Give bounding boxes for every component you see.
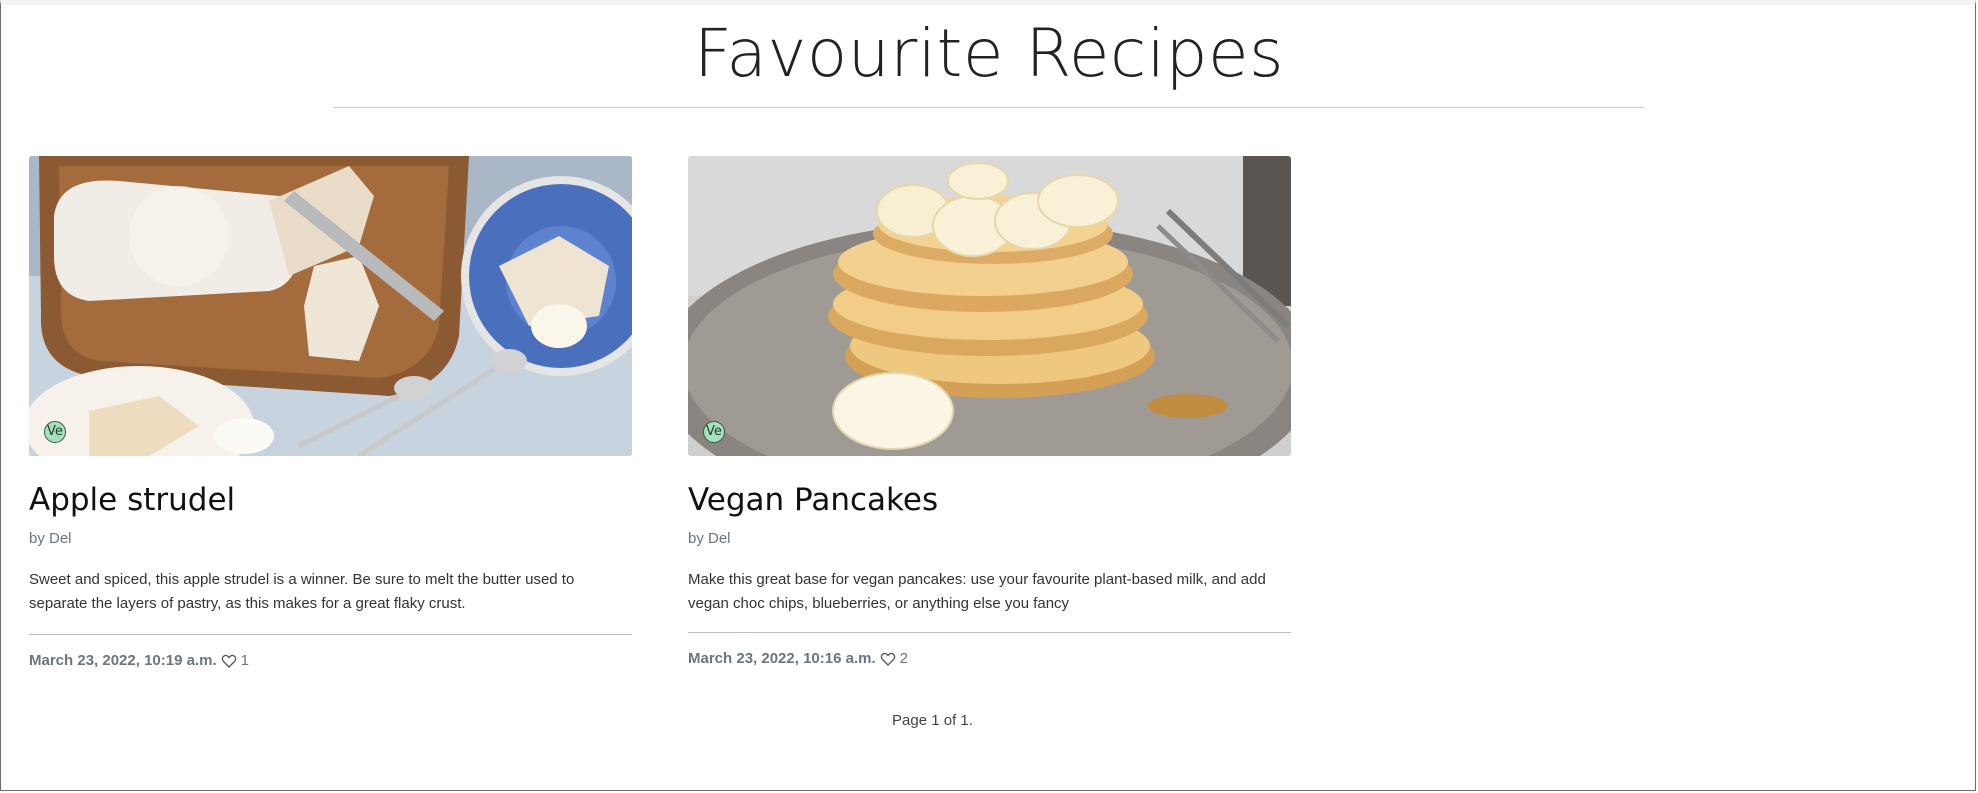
card-divider [29, 634, 632, 635]
vegan-pancakes-photo [688, 156, 1291, 456]
recipe-image-apple-strudel[interactable]: Ve [29, 156, 632, 456]
vegan-badge-icon: Ve [44, 421, 66, 443]
heart-outline-icon[interactable] [880, 651, 896, 667]
recipe-title[interactable]: Apple strudel [29, 480, 235, 520]
title-divider [334, 107, 1644, 108]
heart-outline-icon[interactable] [221, 653, 237, 669]
recipe-author: by Del [29, 530, 72, 547]
vegan-badge-icon: Ve [703, 421, 725, 443]
pagination-status: Page 1 of 1. [892, 712, 973, 729]
recipe-card-apple-strudel[interactable]: Ve Apple strudel by Del Sweet and spiced… [29, 156, 632, 669]
recipe-date: March 23, 2022, 10:19 a.m. [29, 652, 217, 669]
apple-strudel-photo [29, 156, 632, 456]
recipe-description: Make this great base for vegan pancakes:… [688, 571, 1266, 612]
recipe-image-vegan-pancakes[interactable]: Ve [688, 156, 1291, 456]
recipe-meta: March 23, 2022, 10:19 a.m. 1 [29, 652, 249, 669]
card-divider [688, 632, 1291, 633]
recipe-card-vegan-pancakes[interactable]: Ve Vegan Pancakes by Del Make this great… [688, 156, 1291, 667]
recipe-title[interactable]: Vegan Pancakes [688, 480, 938, 520]
recipe-author: by Del [688, 530, 731, 547]
like-count: 2 [899, 650, 908, 667]
page-title: Favourite Recipes [693, 15, 1285, 92]
recipe-date: March 23, 2022, 10:16 a.m. [688, 650, 876, 667]
recipe-description: Sweet and spiced, this apple strudel is … [29, 571, 575, 612]
like-count: 1 [240, 652, 249, 669]
recipe-meta: March 23, 2022, 10:16 a.m. 2 [688, 650, 908, 667]
